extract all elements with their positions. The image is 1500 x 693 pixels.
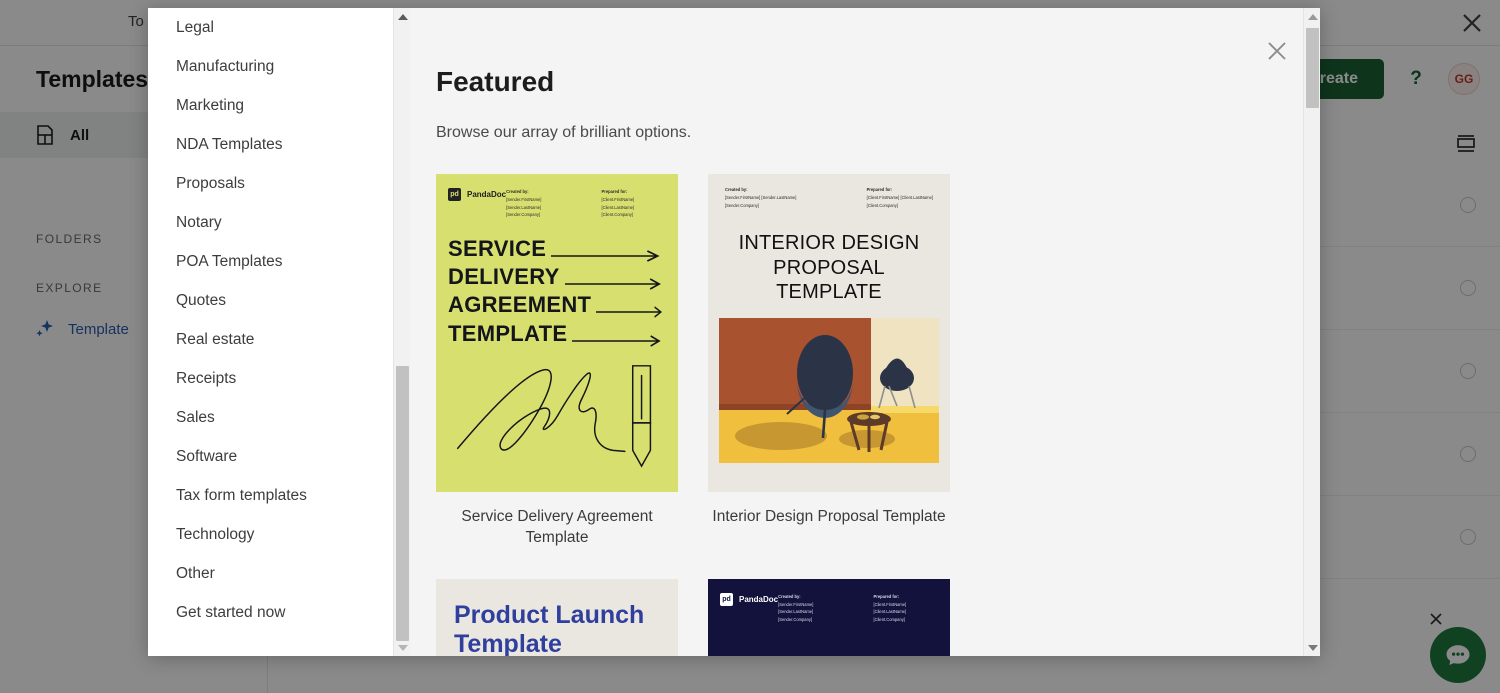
template-card[interactable]: pd PandaDoc Created by: [Sender.FirstNam… xyxy=(436,174,678,549)
category-item[interactable]: Marketing xyxy=(148,86,410,125)
category-item[interactable]: Receipts xyxy=(148,359,410,398)
thumbnail-headline: SERVICE DELIVERY AGREEMENT TEMPLATE xyxy=(448,235,666,348)
headline-line: SERVICE xyxy=(448,236,547,262)
thumbnail-headline: Product Launch Template xyxy=(454,601,660,656)
modal-content-pane: Featured Browse our array of brilliant o… xyxy=(410,8,1320,656)
created-by-label: Created by: xyxy=(778,593,801,599)
created-by-label: Created by: xyxy=(725,187,748,192)
category-item[interactable]: Manufacturing xyxy=(148,47,410,86)
pandadoc-logo-text: PandaDoc xyxy=(739,594,779,604)
headline-line: PROPOSAL xyxy=(773,256,885,279)
headline-line: INTERIOR DESIGN xyxy=(738,232,920,255)
document-meta: Created by: [Sender.FirstName] [Sender.L… xyxy=(719,186,939,209)
template-card-grid-row2: Product Launch Template pd PandaDoc Crea… xyxy=(436,578,1265,656)
created-by-company: [Sender.Company] xyxy=(725,202,759,208)
category-item[interactable]: Technology xyxy=(148,515,410,554)
prepared-for-label: Prepared for: xyxy=(601,189,628,194)
template-thumbnail-navy: pd PandaDoc Created by: [Sender.FirstNam… xyxy=(708,578,950,656)
category-item[interactable]: Sales xyxy=(148,398,410,437)
modal-close-icon[interactable] xyxy=(1264,38,1290,64)
created-by-label: Created by: xyxy=(506,189,529,194)
prepared-for-company: [Client.Company] xyxy=(866,202,898,208)
prepared-for-name: [Client.FirstName] [Client.LastName] xyxy=(873,601,907,615)
chevron-down-icon[interactable] xyxy=(1304,639,1320,656)
created-by-company: [Sender.Company] xyxy=(778,617,813,623)
created-by-name: [Sender.FirstName] [Sender.LastName] xyxy=(778,601,814,615)
chevron-down-icon[interactable] xyxy=(394,639,410,656)
headline-line: AGREEMENT xyxy=(448,292,592,318)
document-meta: Created by: [Sender.FirstName] [Sender.L… xyxy=(778,593,938,624)
arrow-right-icon xyxy=(551,242,666,262)
headline-line: Template xyxy=(454,629,562,656)
arrow-right-icon xyxy=(564,270,666,290)
template-thumbnail-interior-design: Created by: [Sender.FirstName] [Sender.L… xyxy=(708,174,950,492)
template-thumbnail-service-delivery: pd PandaDoc Created by: [Sender.FirstNam… xyxy=(436,174,678,492)
template-card[interactable]: Product Launch Template xyxy=(436,578,678,656)
interior-photo xyxy=(719,318,939,468)
featured-section: Featured Browse our array of brilliant o… xyxy=(410,8,1265,656)
category-item[interactable]: Notary xyxy=(148,203,410,242)
thumbnail-headline: INTERIOR DESIGN PROPOSAL TEMPLATE xyxy=(719,231,939,304)
prepared-for-label: Prepared for: xyxy=(873,593,900,599)
headline-line: TEMPLATE xyxy=(448,320,568,346)
modal-content-scrollbar[interactable] xyxy=(1303,8,1320,656)
category-list: Legal Manufacturing Marketing NDA Templates… xyxy=(148,8,410,632)
featured-subtitle: Browse our array of brilliant options. xyxy=(436,124,692,141)
created-by-name: [Sender.FirstName] [Sender.LastName] xyxy=(725,194,797,200)
category-item[interactable]: NDA Templates xyxy=(148,125,410,164)
template-gallery-modal: Legal Manufacturing Marketing NDA Templates… xyxy=(148,8,1320,656)
arrow-right-icon xyxy=(572,327,666,347)
prepared-for-company: [Client.Company] xyxy=(873,617,905,623)
category-item[interactable]: Real estate xyxy=(148,320,410,359)
created-by-name: [Sender.FirstName] [Sender.LastName] xyxy=(506,196,542,210)
prepared-for-company: [Client.Company] xyxy=(601,212,633,218)
category-item[interactable]: Get started now xyxy=(148,593,410,632)
scrollbar-thumb[interactable] xyxy=(396,366,409,641)
headline-line: Product Launch xyxy=(454,600,645,629)
pandadoc-mark-icon: pd xyxy=(448,188,461,201)
category-item[interactable]: Quotes xyxy=(148,281,410,320)
pandadoc-logo-text: PandaDoc xyxy=(467,190,507,199)
pandadoc-mark-icon: pd xyxy=(720,592,733,606)
pandadoc-logo: pd PandaDoc xyxy=(448,188,506,201)
scrollbar-thumb[interactable] xyxy=(1306,28,1319,108)
category-item[interactable]: Tax form templates xyxy=(148,476,410,515)
category-list-scrollbar[interactable] xyxy=(393,8,410,656)
prepared-for-name: [Client.FirstName] [Client.LastName] xyxy=(866,194,933,200)
template-thumbnail-product-launch: Product Launch Template xyxy=(436,578,678,656)
template-card-caption: Interior Design Proposal Template xyxy=(712,508,946,525)
template-card[interactable]: Created by: [Sender.FirstName] [Sender.L… xyxy=(708,174,950,549)
document-meta: Created by: [Sender.FirstName] [Sender.L… xyxy=(506,188,666,219)
template-card[interactable]: pd PandaDoc Created by: [Sender.FirstNam… xyxy=(708,578,950,656)
prepared-for-label: Prepared for: xyxy=(866,187,893,192)
featured-title: Featured xyxy=(436,66,555,97)
signature-artwork xyxy=(448,354,666,477)
pandadoc-logo: pd PandaDoc xyxy=(720,592,779,606)
headline-line: TEMPLATE xyxy=(776,281,882,304)
modal-category-nav: Legal Manufacturing Marketing NDA Templates… xyxy=(148,8,410,656)
headline-line: DELIVERY xyxy=(448,264,560,290)
category-item[interactable]: Proposals xyxy=(148,164,410,203)
template-card-grid: pd PandaDoc Created by: [Sender.FirstNam… xyxy=(436,174,1265,549)
category-item[interactable]: Other xyxy=(148,554,410,593)
chevron-up-icon[interactable] xyxy=(1304,8,1320,25)
template-card-caption: Service Delivery Agreement Template xyxy=(461,508,653,546)
arrow-right-icon xyxy=(596,298,666,319)
chevron-up-icon[interactable] xyxy=(394,8,410,25)
prepared-for-name: [Client.FirstName] [Client.LastName] xyxy=(601,196,635,210)
category-item[interactable]: Legal xyxy=(148,8,410,47)
created-by-company: [Sender.Company] xyxy=(506,212,541,218)
category-item[interactable]: Software xyxy=(148,437,410,476)
category-item[interactable]: POA Templates xyxy=(148,242,410,281)
